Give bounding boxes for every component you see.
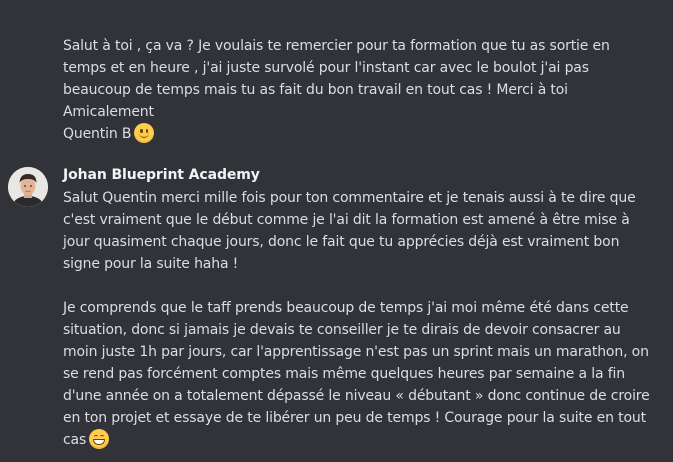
- message-1-line-4: Amicalement: [63, 104, 154, 120]
- message-2-line-12: cas: [63, 429, 110, 451]
- message-1-line-1: Salut à toi , ça va ? Je voulais te reme…: [63, 38, 610, 54]
- message-2-last-words: cas: [63, 432, 87, 448]
- message-1-signature: Quentin B: [63, 126, 132, 142]
- message-2-line-4: signe pour la suite haha !: [63, 256, 239, 272]
- message-1-line-3: beaucoup de temps mais tu as fait du bon…: [63, 82, 568, 98]
- message-2-author[interactable]: Johan Blueprint Academy: [63, 164, 260, 186]
- slightly-smiling-face-icon: [134, 123, 155, 143]
- chat-window: { "messages": [ { "author": "", "lines":…: [0, 0, 673, 462]
- message-2-line-2: c'est vraiment que le début comme je l'a…: [63, 212, 630, 228]
- avatar-image: [8, 167, 48, 207]
- grinning-face-icon: [89, 429, 110, 449]
- message-2-line-6: Je comprends que le taff prends beaucoup…: [63, 300, 629, 316]
- message-2-line-10: d'une année on a totalement dépassé le n…: [63, 388, 650, 404]
- message-2-line-7: situation, donc si jamais je devais te c…: [63, 322, 621, 338]
- message-2-line-3: jour quasiment chaque jours, donc le fai…: [63, 234, 620, 250]
- message-2-line-11: en ton projet et essaye de te libérer un…: [63, 410, 646, 426]
- message-2-line-1: Salut Quentin merci mille fois pour ton …: [63, 190, 636, 206]
- message-2-line-8: moin juste 1h par jours, car l'apprentis…: [63, 344, 649, 360]
- avatar[interactable]: [8, 167, 48, 207]
- message-1-line-5: Quentin B: [63, 123, 155, 145]
- message-1-line-2: temps et en heure , j'ai juste survolé p…: [63, 60, 589, 76]
- message-2-line-9: se rend pas forcément comptes mais même …: [63, 366, 625, 382]
